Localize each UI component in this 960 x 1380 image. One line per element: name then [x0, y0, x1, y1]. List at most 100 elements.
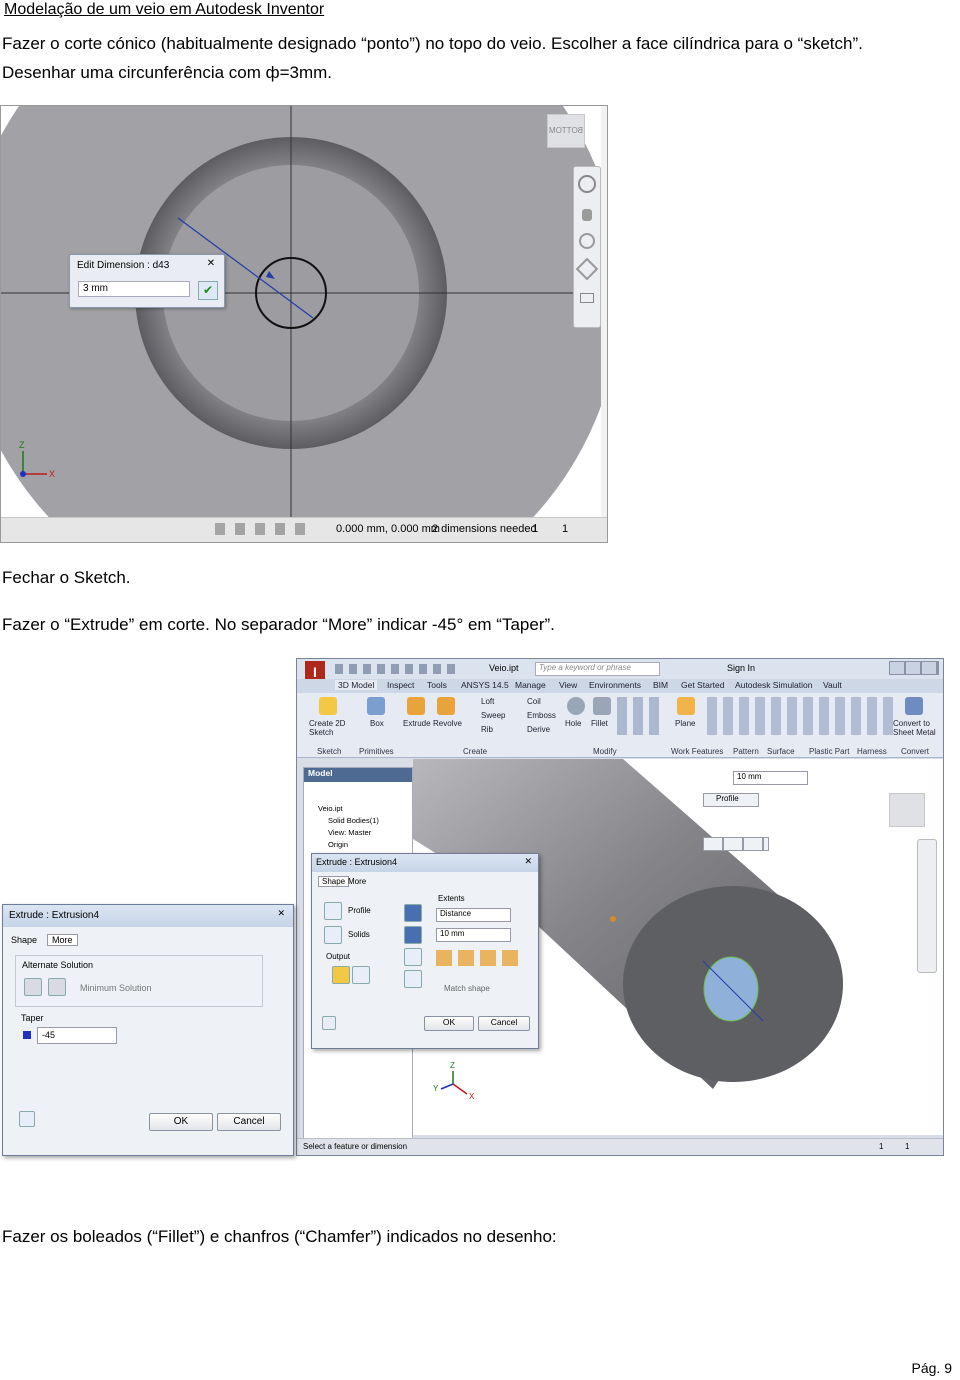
steering-wheel-icon[interactable]	[578, 175, 596, 193]
accept-cancel-buttons[interactable]	[703, 837, 769, 851]
fillet-icon[interactable]	[593, 697, 611, 715]
tab-3d-model[interactable]: 3D Model	[335, 680, 378, 690]
convert-icon[interactable]	[905, 697, 923, 715]
file-name: Veio.ipt	[489, 663, 519, 673]
cut-icon[interactable]	[404, 926, 422, 944]
navigation-bar[interactable]	[573, 166, 601, 328]
solution-option-1-icon[interactable]	[24, 978, 42, 996]
tab-bim[interactable]: BIM	[653, 680, 668, 690]
solution-option-2-icon[interactable]	[48, 978, 66, 996]
tab-environments[interactable]: Environments	[589, 680, 641, 690]
sign-in-link[interactable]: Sign In	[727, 663, 755, 673]
extents-select[interactable]: Distance	[436, 908, 511, 922]
tree-item-origin[interactable]: Origin	[328, 840, 348, 849]
group-modify: Modify	[593, 747, 617, 756]
tab-view[interactable]: View	[559, 680, 577, 690]
quick-access-icons[interactable]	[335, 664, 455, 674]
dimension-value-input[interactable]: 3 mm	[78, 281, 190, 297]
tab-vault[interactable]: Vault	[823, 680, 842, 690]
close-icon[interactable]: ✕	[204, 258, 218, 270]
extrude-arrow-icon[interactable]	[610, 916, 616, 922]
pan-icon[interactable]	[582, 209, 592, 221]
extrude-icon[interactable]	[407, 697, 425, 715]
output-surface-icon[interactable]	[352, 966, 370, 984]
derive-label[interactable]: Derive	[527, 725, 550, 734]
solids-select-icon[interactable]	[324, 926, 342, 944]
hole-icon[interactable]	[567, 697, 585, 715]
box-icon[interactable]	[367, 697, 385, 715]
cancel-button[interactable]: Cancel	[478, 1016, 530, 1031]
navigation-bar[interactable]	[917, 839, 937, 973]
direction-buttons[interactable]	[436, 950, 518, 966]
rib-label[interactable]: Rib	[481, 725, 493, 734]
cancel-button[interactable]: Cancel	[217, 1113, 281, 1131]
loft-label[interactable]: Loft	[481, 697, 494, 706]
tree-item-view[interactable]: View: Master	[328, 828, 371, 837]
tree-item-solid-bodies[interactable]: Solid Bodies(1)	[328, 816, 379, 825]
ok-button[interactable]: OK	[149, 1113, 213, 1131]
tab-ansys[interactable]: ANSYS 14.5	[461, 680, 509, 690]
orbit-icon[interactable]	[575, 257, 599, 281]
profile-select-icon[interactable]	[324, 902, 342, 920]
browser-title[interactable]: Model	[304, 768, 333, 778]
look-at-icon[interactable]	[580, 293, 594, 303]
close-icon[interactable]: ✕	[277, 908, 285, 919]
help-icon[interactable]	[322, 1016, 336, 1030]
status-count-2: 1	[905, 1142, 910, 1151]
tab-inspect[interactable]: Inspect	[387, 680, 414, 690]
group-work-features: Work Features	[671, 747, 724, 756]
viewcube[interactable]: BOTTOM	[547, 114, 585, 148]
extrude-more-dialog[interactable]: Extrude : Extrusion4 ✕ Shape More Alterna…	[2, 904, 294, 1156]
sweep-label[interactable]: Sweep	[481, 711, 505, 720]
coil-label[interactable]: Coil	[527, 697, 541, 706]
tab-more[interactable]: More	[348, 877, 366, 886]
window-controls[interactable]	[889, 661, 939, 675]
status-count-1: 1	[879, 1142, 884, 1151]
ok-button[interactable]: OK	[424, 1016, 474, 1031]
emboss-label[interactable]: Emboss	[527, 711, 556, 720]
intersect-icon[interactable]	[404, 948, 422, 966]
status-text: Select a feature or dimension	[303, 1142, 408, 1151]
sketch-viewport[interactable]: Z X BOTTOM Edit Dimension : d43 ✕ 3 mm ✔	[1, 106, 601, 518]
revolve-icon[interactable]	[437, 697, 455, 715]
tab-more[interactable]: More	[47, 934, 78, 946]
search-input[interactable]: Type a keyword or phrase	[535, 662, 660, 676]
new-solid-icon[interactable]	[404, 970, 422, 988]
status-bar: 0.000 mm, 0.000 mm 2 dimensions needed 1…	[1, 517, 607, 542]
match-shape-checkbox[interactable]: Match shape	[444, 984, 490, 993]
help-icon[interactable]	[19, 1111, 35, 1127]
modify-tools-icons[interactable]	[617, 697, 663, 735]
plane-icon[interactable]	[677, 697, 695, 715]
sketch-tools-icons[interactable]	[215, 523, 315, 535]
tab-tools[interactable]: Tools	[427, 680, 447, 690]
tab-get-started[interactable]: Get Started	[681, 680, 724, 690]
close-icon[interactable]: ✕	[524, 856, 532, 867]
zoom-icon[interactable]	[579, 233, 595, 249]
output-solid-icon[interactable]	[332, 966, 350, 984]
distance-mini-input[interactable]: 10 mm	[733, 771, 808, 785]
ribbon-tool-icons[interactable]	[707, 697, 897, 735]
alternate-solution-group: Alternate Solution Minimum Solution	[15, 955, 263, 1007]
output-label: Output	[326, 952, 351, 961]
accept-check-button[interactable]: ✔	[198, 281, 218, 300]
status-count-1: 1	[532, 523, 539, 535]
hole-label: Hole	[565, 719, 582, 728]
tab-autodesk-simulation[interactable]: Autodesk Simulation	[735, 680, 813, 690]
extrude-dialog[interactable]: Extrude : Extrusion4 ✕ Shape More Profile…	[311, 853, 539, 1049]
profile-mini-button[interactable]: Profile	[703, 793, 759, 807]
create-sketch-icon[interactable]	[319, 697, 337, 715]
tab-shape[interactable]: Shape	[318, 876, 350, 887]
tab-shape[interactable]: Shape	[11, 935, 37, 945]
taper-color-swatch	[23, 1031, 31, 1039]
x-axis-label: X	[469, 1092, 475, 1101]
edit-dimension-dialog[interactable]: Edit Dimension : d43 ✕ 3 mm ✔	[69, 254, 225, 308]
tab-manage[interactable]: Manage	[515, 680, 546, 690]
minimum-solution-checkbox[interactable]: Minimum Solution	[80, 983, 152, 993]
tree-item-veio[interactable]: Veio.ipt	[318, 804, 343, 813]
join-icon[interactable]	[404, 904, 422, 922]
viewcube[interactable]	[889, 793, 925, 827]
distance-input[interactable]: 10 mm	[436, 928, 511, 942]
status-bar: Select a feature or dimension 1 1	[297, 1138, 943, 1155]
taper-input[interactable]: -45	[37, 1027, 117, 1044]
y-axis-icon	[440, 1083, 454, 1090]
